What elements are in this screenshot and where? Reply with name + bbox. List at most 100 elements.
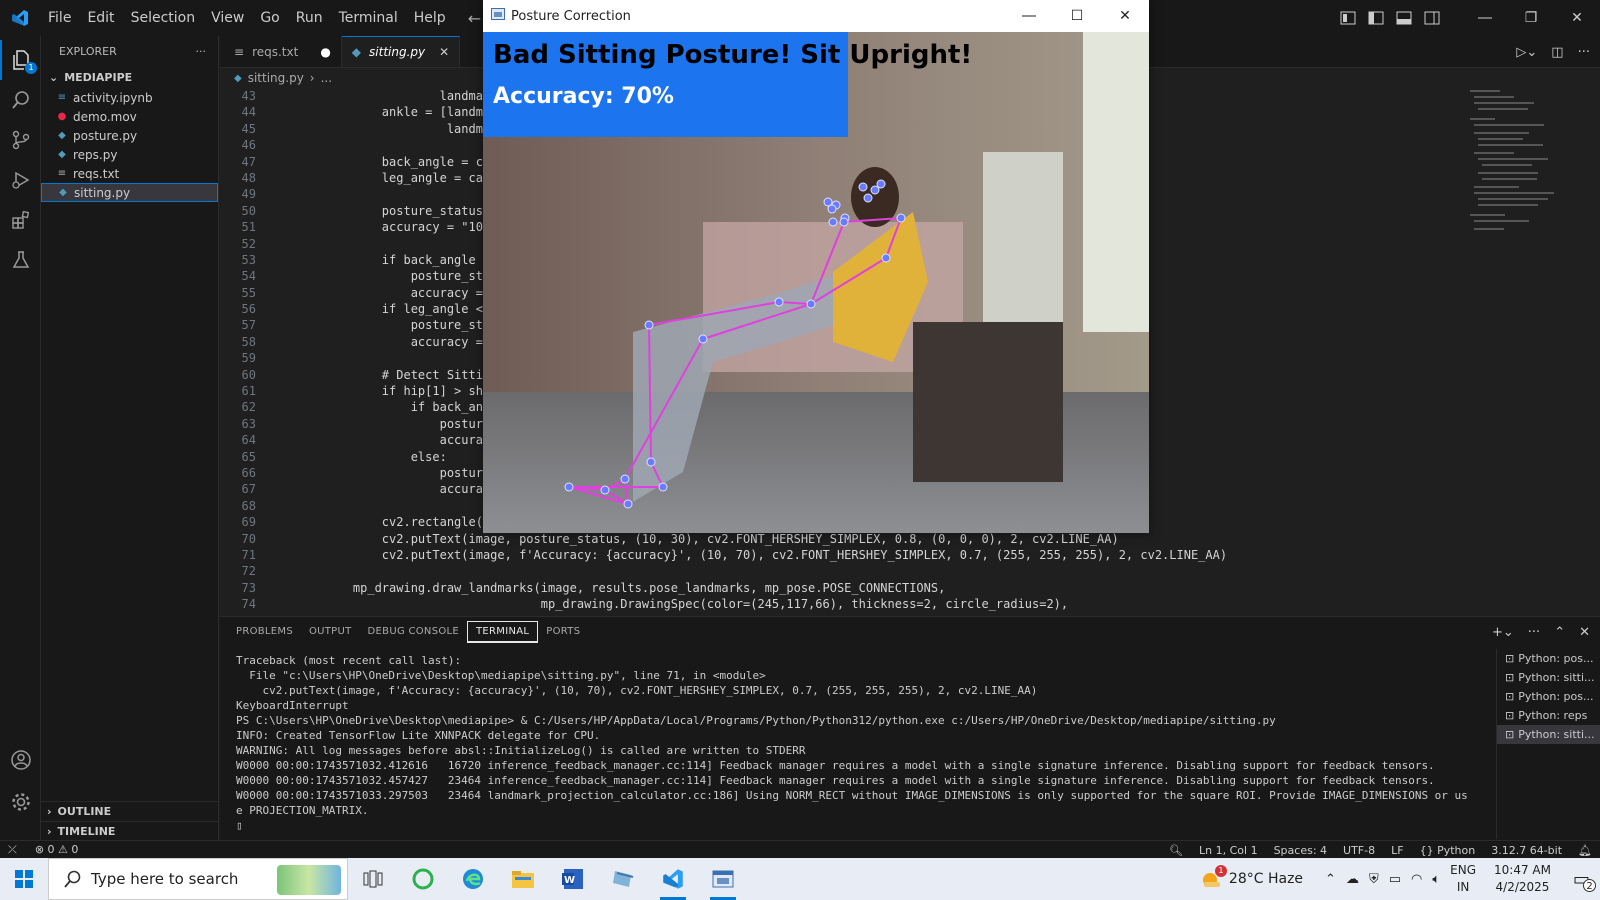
tab-reqs-txt[interactable]: ≡ reqs.txt ● <box>220 36 342 67</box>
end-of-line[interactable]: LF <box>1391 844 1403 857</box>
antivirus-icon[interactable]: ⛨ <box>1369 872 1379 887</box>
panel-tab-problems[interactable]: PROBLEMS <box>228 617 301 647</box>
minimize-icon[interactable]: ― <box>1462 0 1508 36</box>
accounts-icon[interactable] <box>0 740 41 780</box>
toggle-secondary-sidebar-icon[interactable] <box>1418 0 1446 36</box>
close-icon[interactable]: ✕ <box>1101 0 1149 32</box>
breadcrumb-rest[interactable]: ... <box>321 71 332 85</box>
pose-landmark <box>564 482 574 492</box>
outline-section[interactable]: › OUTLINE <box>41 801 219 821</box>
timeline-section[interactable]: › TIMELINE <box>41 821 219 841</box>
close-icon[interactable]: ✕ <box>1554 0 1600 36</box>
terminal-instance[interactable]: ⊡ Python: reps <box>1497 706 1600 725</box>
menu-edit[interactable]: Edit <box>79 0 122 36</box>
customize-layout-icon[interactable] <box>1334 0 1362 36</box>
windows-start-icon[interactable] <box>0 858 48 900</box>
taskbar-search[interactable]: Type here to search <box>48 858 348 900</box>
code-text: back_angle = calcul <box>324 154 520 169</box>
extensions-icon[interactable] <box>0 200 41 240</box>
wifi-icon[interactable]: ◠ <box>1411 872 1422 887</box>
more-actions-icon[interactable]: ··· <box>1578 45 1590 60</box>
search-icon[interactable] <box>0 80 41 120</box>
terminal-instance[interactable]: ⊡ Python: sitti... <box>1497 725 1600 744</box>
notification-center-icon[interactable]: ▭ 2 <box>1573 869 1596 892</box>
language-indicator[interactable]: ENG IN <box>1450 862 1476 896</box>
tab-close-icon[interactable]: ✕ <box>439 45 449 59</box>
testing-icon[interactable] <box>0 240 41 280</box>
clock[interactable]: 10:47 AM 4/2/2025 <box>1494 862 1551 896</box>
unsaved-dot-icon[interactable]: ● <box>320 45 330 59</box>
indentation[interactable]: Spaces: 4 <box>1274 844 1327 857</box>
folder-mediapipe[interactable]: ⌄ MEDIAPIPE <box>41 66 218 88</box>
back-arrow-icon[interactable]: ← <box>468 9 481 28</box>
file-explorer-icon[interactable] <box>498 858 548 900</box>
menu-terminal[interactable]: Terminal <box>331 0 406 36</box>
notes-app-icon[interactable] <box>598 858 648 900</box>
explorer-icon[interactable]: 1 <box>0 40 41 80</box>
panel-tab-debug-console[interactable]: DEBUG CONSOLE <box>360 617 467 647</box>
remote-icon[interactable]: ⤫ <box>8 843 17 857</box>
cursor-position[interactable]: Ln 1, Col 1 <box>1199 844 1258 857</box>
source-control-icon[interactable] <box>0 120 41 160</box>
minimap[interactable] <box>1460 88 1580 616</box>
breadcrumb-file[interactable]: sitting.py <box>248 71 304 85</box>
menu-file[interactable]: File <box>40 0 79 36</box>
refresh-app-icon[interactable] <box>398 858 448 900</box>
volume-icon[interactable]: 🔈︎ <box>1432 872 1440 887</box>
zoom-icon[interactable]: 🔍︎ <box>1169 844 1183 857</box>
posture-correction-window[interactable]: Posture Correction ― ☐ ✕ Bad Sitting Pos… <box>483 0 1149 533</box>
manage-gear-icon[interactable] <box>0 782 41 822</box>
file-item[interactable]: ◆ sitting.py <box>41 183 218 202</box>
close-panel-icon[interactable]: ✕ <box>1579 625 1590 640</box>
file-item[interactable]: ≡ reqs.txt <box>41 164 218 183</box>
terminal-instance[interactable]: ⊡ Python: sitti... <box>1497 668 1600 687</box>
vscode-logo-icon <box>0 0 40 36</box>
edge-browser-icon[interactable] <box>448 858 498 900</box>
file-item[interactable]: ≡ activity.ipynb <box>41 88 218 107</box>
menu-run[interactable]: Run <box>288 0 331 36</box>
python-interpreter[interactable]: 3.12.7 64-bit <box>1491 844 1562 857</box>
file-item[interactable]: ◆ reps.py <box>41 145 218 164</box>
file-item[interactable]: ◆ posture.py <box>41 126 218 145</box>
file-item[interactable]: ● demo.mov <box>41 107 218 126</box>
code-text: cv2.rectangle(image <box>324 515 520 530</box>
explorer-more-icon[interactable]: ··· <box>196 45 207 58</box>
panel-tab-terminal[interactable]: TERMINAL <box>467 621 539 643</box>
minimize-icon[interactable]: ― <box>1005 0 1053 32</box>
weather-widget[interactable]: 1 28°C Haze <box>1201 865 1303 890</box>
chevron-up-icon[interactable]: ⌃ <box>1325 872 1336 887</box>
onedrive-cloud-icon[interactable]: ☁ <box>1346 872 1359 887</box>
language-mode[interactable]: {} Python <box>1420 844 1476 857</box>
toggle-panel-icon[interactable] <box>1390 0 1418 36</box>
terminal-output[interactable]: Traceback (most recent call last): File … <box>220 653 1490 839</box>
posture-window-taskbar-icon[interactable] <box>698 858 748 900</box>
menu-help[interactable]: Help <box>406 0 454 36</box>
notifications-bell-icon[interactable]: 🔔︎ <box>1578 844 1592 857</box>
toggle-sidebar-icon[interactable] <box>1362 0 1390 36</box>
menu-selection[interactable]: Selection <box>123 0 204 36</box>
new-terminal-icon[interactable]: +⌄ <box>1492 625 1514 640</box>
split-editor-icon[interactable]: ◫ <box>1551 45 1563 60</box>
panel-tab-output[interactable]: OUTPUT <box>301 617 360 647</box>
menu-view[interactable]: View <box>203 0 252 36</box>
encoding[interactable]: UTF-8 <box>1343 844 1375 857</box>
terminal-instance[interactable]: ⊡ Python: pos... <box>1497 687 1600 706</box>
task-view-icon[interactable] <box>348 858 398 900</box>
terminal-icon: ⊡ <box>1505 728 1515 741</box>
maximize-icon[interactable]: ☐ <box>1053 0 1101 32</box>
vscode-taskbar-icon[interactable] <box>648 858 698 900</box>
run-python-icon[interactable]: ▷⌄ <box>1516 45 1537 60</box>
more-actions-icon[interactable]: ··· <box>1528 625 1540 640</box>
explorer-badge: 1 <box>25 62 37 74</box>
restore-icon[interactable]: ❐ <box>1508 0 1554 36</box>
panel-tab-ports[interactable]: PORTS <box>538 617 588 647</box>
tab-sitting-py[interactable]: ◆ sitting.py ✕ <box>341 36 461 67</box>
maximize-panel-icon[interactable]: ⌃ <box>1554 625 1565 640</box>
run-debug-icon[interactable] <box>0 160 41 200</box>
terminal-instance[interactable]: ⊡ Python: pos... <box>1497 649 1600 668</box>
word-icon[interactable]: W <box>548 858 598 900</box>
menu-go[interactable]: Go <box>252 0 287 36</box>
chevron-down-icon: ⌄ <box>49 70 59 84</box>
problems-status[interactable]: ⊗ 0 ⚠ 0 <box>35 843 79 856</box>
battery-icon[interactable]: ▭ <box>1389 872 1401 887</box>
